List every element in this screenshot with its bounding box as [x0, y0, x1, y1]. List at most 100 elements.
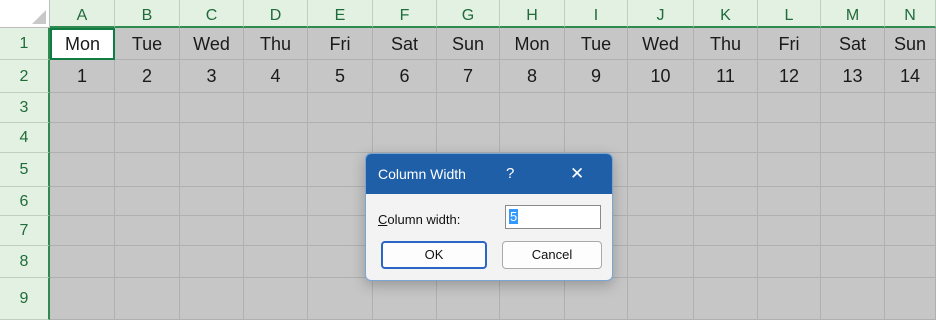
- cell-e5[interactable]: [308, 153, 373, 187]
- cell-i3[interactable]: [565, 93, 628, 123]
- row-header-9[interactable]: 9: [0, 278, 50, 320]
- cell-j8[interactable]: [628, 246, 694, 278]
- cell-e4[interactable]: [308, 123, 373, 153]
- cell-a4[interactable]: [50, 123, 115, 153]
- row-header-1[interactable]: 1: [0, 28, 50, 60]
- cell-k5[interactable]: [694, 153, 758, 187]
- row-header-6[interactable]: 6: [0, 187, 50, 216]
- row-header-7[interactable]: 7: [0, 216, 50, 246]
- cell-d7[interactable]: [244, 216, 308, 246]
- cell-a5[interactable]: [50, 153, 115, 187]
- cell-c3[interactable]: [180, 93, 244, 123]
- cell-n8[interactable]: [885, 246, 936, 278]
- column-header-m[interactable]: M: [821, 0, 885, 28]
- cell-d2[interactable]: 4: [244, 60, 308, 93]
- cell-g2[interactable]: 7: [437, 60, 500, 93]
- cell-k9[interactable]: [694, 278, 758, 320]
- cell-e1[interactable]: Fri: [308, 28, 373, 60]
- cell-h9[interactable]: [500, 278, 565, 320]
- cell-j1[interactable]: Wed: [628, 28, 694, 60]
- cell-d3[interactable]: [244, 93, 308, 123]
- cell-i9[interactable]: [565, 278, 628, 320]
- cell-m7[interactable]: [821, 216, 885, 246]
- cell-m1[interactable]: Sat: [821, 28, 885, 60]
- cell-l3[interactable]: [758, 93, 821, 123]
- cell-d5[interactable]: [244, 153, 308, 187]
- cell-j5[interactable]: [628, 153, 694, 187]
- column-header-c[interactable]: C: [180, 0, 244, 28]
- cell-f4[interactable]: [373, 123, 437, 153]
- select-all-corner[interactable]: [0, 0, 50, 28]
- cell-h4[interactable]: [500, 123, 565, 153]
- cell-m3[interactable]: [821, 93, 885, 123]
- row-header-2[interactable]: 2: [0, 60, 50, 93]
- cell-n6[interactable]: [885, 187, 936, 216]
- cell-n9[interactable]: [885, 278, 936, 320]
- column-header-g[interactable]: G: [437, 0, 500, 28]
- cell-a2[interactable]: 1: [50, 60, 115, 93]
- column-header-k[interactable]: K: [694, 0, 758, 28]
- help-icon[interactable]: ?: [506, 165, 514, 182]
- row-header-3[interactable]: 3: [0, 93, 50, 123]
- cell-n4[interactable]: [885, 123, 936, 153]
- cell-g4[interactable]: [437, 123, 500, 153]
- cell-b6[interactable]: [115, 187, 180, 216]
- cell-d1[interactable]: Thu: [244, 28, 308, 60]
- cell-l9[interactable]: [758, 278, 821, 320]
- cell-k1[interactable]: Thu: [694, 28, 758, 60]
- cell-l1[interactable]: Fri: [758, 28, 821, 60]
- column-header-f[interactable]: F: [373, 0, 437, 28]
- row-header-8[interactable]: 8: [0, 246, 50, 278]
- cell-b3[interactable]: [115, 93, 180, 123]
- cell-j4[interactable]: [628, 123, 694, 153]
- cell-n5[interactable]: [885, 153, 936, 187]
- cell-n7[interactable]: [885, 216, 936, 246]
- cell-m2[interactable]: 13: [821, 60, 885, 93]
- cell-g1[interactable]: Sun: [437, 28, 500, 60]
- cell-k7[interactable]: [694, 216, 758, 246]
- cell-k6[interactable]: [694, 187, 758, 216]
- cell-e7[interactable]: [308, 216, 373, 246]
- cell-m5[interactable]: [821, 153, 885, 187]
- cell-e2[interactable]: 5: [308, 60, 373, 93]
- cell-l2[interactable]: 12: [758, 60, 821, 93]
- cell-d6[interactable]: [244, 187, 308, 216]
- cell-a7[interactable]: [50, 216, 115, 246]
- cell-n2[interactable]: 14: [885, 60, 936, 93]
- cell-b5[interactable]: [115, 153, 180, 187]
- cell-c2[interactable]: 3: [180, 60, 244, 93]
- cell-f3[interactable]: [373, 93, 437, 123]
- cell-a9[interactable]: [50, 278, 115, 320]
- cell-f2[interactable]: 6: [373, 60, 437, 93]
- cell-l5[interactable]: [758, 153, 821, 187]
- column-header-h[interactable]: H: [500, 0, 565, 28]
- cell-a3[interactable]: [50, 93, 115, 123]
- column-header-d[interactable]: D: [244, 0, 308, 28]
- cell-a6[interactable]: [50, 187, 115, 216]
- cell-h3[interactable]: [500, 93, 565, 123]
- column-header-l[interactable]: L: [758, 0, 821, 28]
- cell-b1[interactable]: Tue: [115, 28, 180, 60]
- cancel-button[interactable]: Cancel: [502, 241, 602, 269]
- cell-k2[interactable]: 11: [694, 60, 758, 93]
- cell-c5[interactable]: [180, 153, 244, 187]
- cell-n1[interactable]: Sun: [885, 28, 936, 60]
- cell-j9[interactable]: [628, 278, 694, 320]
- column-header-j[interactable]: J: [628, 0, 694, 28]
- cell-c4[interactable]: [180, 123, 244, 153]
- cell-d8[interactable]: [244, 246, 308, 278]
- cell-l6[interactable]: [758, 187, 821, 216]
- close-icon[interactable]: ✕: [570, 164, 584, 184]
- cell-g9[interactable]: [437, 278, 500, 320]
- cell-k4[interactable]: [694, 123, 758, 153]
- cell-b7[interactable]: [115, 216, 180, 246]
- cell-e8[interactable]: [308, 246, 373, 278]
- cell-j3[interactable]: [628, 93, 694, 123]
- cell-l4[interactable]: [758, 123, 821, 153]
- cell-j2[interactable]: 10: [628, 60, 694, 93]
- ok-button[interactable]: OK: [381, 241, 487, 269]
- cell-h1[interactable]: Mon: [500, 28, 565, 60]
- cell-m6[interactable]: [821, 187, 885, 216]
- cell-c9[interactable]: [180, 278, 244, 320]
- cell-f9[interactable]: [373, 278, 437, 320]
